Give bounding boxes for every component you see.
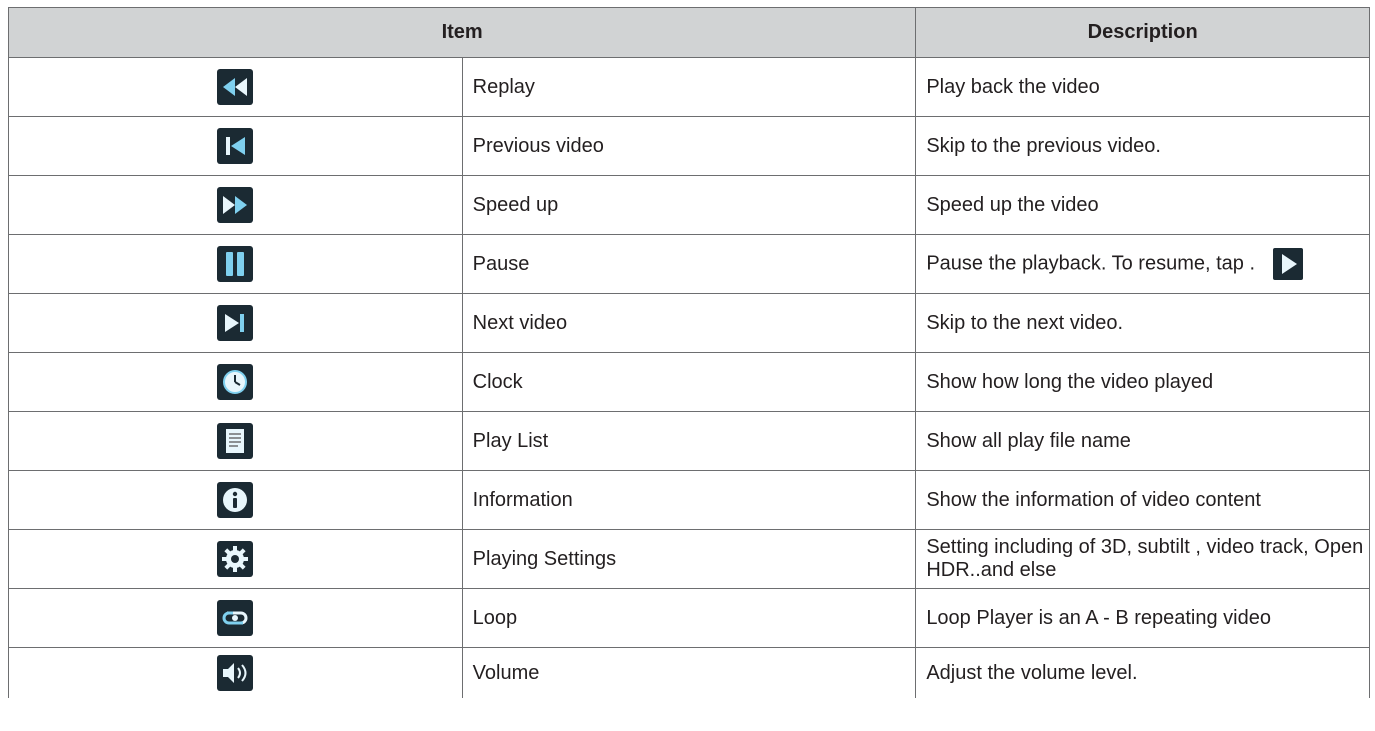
row-description: Skip to the next video. [915, 293, 1370, 353]
info-icon [217, 482, 254, 518]
table-row: Clock Show how long the video played [8, 352, 1370, 412]
row-name: Information [461, 470, 917, 530]
row-description: Speed up the video [915, 175, 1370, 235]
row-name: Speed up [461, 175, 917, 235]
pause-icon [217, 246, 254, 282]
row-description: Adjust the volume level. [915, 647, 1370, 698]
row-description: Play back the video [915, 57, 1370, 117]
header-item: Item [7, 7, 917, 58]
table-row: Playing Settings Setting including of 3D… [8, 529, 1370, 589]
row-name: Loop [461, 588, 917, 648]
row-name: Clock [461, 352, 917, 412]
replay-icon [217, 69, 254, 105]
fast-forward-icon [217, 187, 254, 223]
row-name: Volume [461, 647, 917, 698]
table-row: Information Show the information of vide… [8, 470, 1370, 530]
row-name: Play List [461, 411, 917, 471]
table-row: Play List Show all play file name [8, 411, 1370, 471]
table-row: Next video Skip to the next video. [8, 293, 1370, 353]
row-description: Setting including of 3D, subtilt , video… [915, 529, 1370, 589]
table-row: Previous video Skip to the previous vide… [8, 116, 1370, 176]
table-row: Loop Loop Player is an A - B repeating v… [8, 588, 1370, 648]
row-description: Loop Player is an A - B repeating video [915, 588, 1370, 648]
row-name: Next video [461, 293, 917, 353]
video-controls-table: Item Description Replay Play back the vi… [7, 7, 1370, 698]
loop-icon [217, 600, 254, 636]
previous-icon [217, 128, 254, 164]
gear-icon [217, 541, 254, 577]
header-description: Description [915, 7, 1370, 58]
table-row: Speed up Speed up the video [8, 175, 1370, 235]
row-description: Show how long the video played [915, 352, 1370, 412]
row-description: Show the information of video content [915, 470, 1370, 530]
row-description: Pause the playback. To resume, tap . [926, 252, 1256, 275]
row-name: Playing Settings [461, 529, 917, 589]
table-row: Replay Play back the video [8, 57, 1370, 117]
play-icon [1273, 248, 1304, 280]
row-name: Replay [461, 57, 917, 117]
row-description: Show all play file name [915, 411, 1370, 471]
clock-icon [217, 364, 254, 400]
table-header-row: Item Description [7, 7, 1370, 58]
table-row: Pause Pause the playback. To resume, tap… [8, 234, 1370, 294]
table-row: Volume Adjust the volume level. [8, 647, 1370, 698]
row-description: Skip to the previous video. [915, 116, 1370, 176]
row-name: Previous video [461, 116, 917, 176]
next-icon [217, 305, 254, 341]
volume-icon [217, 655, 254, 691]
row-name: Pause [461, 234, 917, 294]
playlist-icon [217, 423, 254, 459]
